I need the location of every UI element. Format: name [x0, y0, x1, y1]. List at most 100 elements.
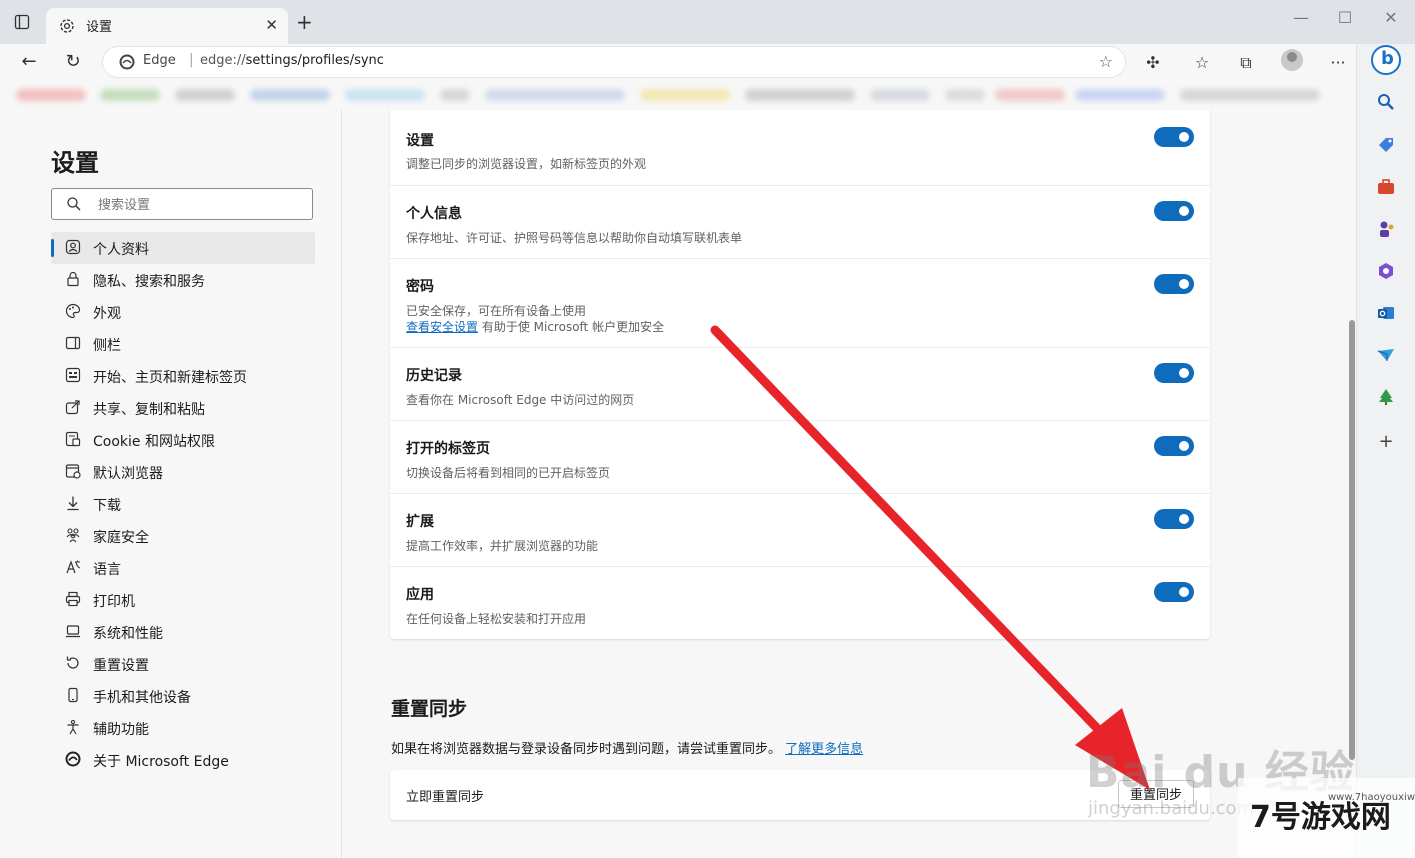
- back-button[interactable]: ←: [17, 50, 41, 74]
- refresh-button[interactable]: ↻: [61, 50, 85, 74]
- sidebar-item-system[interactable]: 系统和性能: [51, 616, 315, 648]
- sidebar-item-downloads[interactable]: 下载: [51, 488, 315, 520]
- sidebar-item-languages[interactable]: 语言: [51, 552, 315, 584]
- sidebar-item-reset[interactable]: 重置设置: [51, 648, 315, 680]
- sync-row-apps: 应用 在任何设备上轻松安装和打开应用: [390, 566, 1210, 640]
- close-tab-icon[interactable]: ✕: [265, 16, 278, 34]
- extensions-icon[interactable]: ✣: [1142, 52, 1164, 74]
- security-settings-link[interactable]: 查看安全设置: [406, 320, 478, 334]
- sync-row-history: 历史记录 查看你在 Microsoft Edge 中访问过的网页: [390, 347, 1210, 421]
- sync-row-desc-2: 查看安全设置 有助于使 Microsoft 帐户更加安全: [406, 320, 665, 334]
- add-sidebar-app-icon[interactable]: +: [1375, 431, 1397, 453]
- sync-history-toggle[interactable]: [1154, 363, 1194, 383]
- office-icon[interactable]: [1376, 261, 1396, 281]
- sidebar-item-label: 打印机: [93, 594, 135, 610]
- shopping-tag-icon[interactable]: [1376, 135, 1396, 155]
- tab-title: 设置: [86, 20, 113, 35]
- reset-icon: [66, 656, 79, 669]
- maximize-button[interactable]: ☐: [1330, 8, 1360, 27]
- tab-actions-icon[interactable]: [14, 14, 30, 30]
- sync-row-title: 个人信息: [406, 206, 462, 222]
- sync-row-title: 设置: [406, 133, 434, 149]
- gear-icon: [60, 19, 74, 33]
- sidebar-item-label: 语言: [93, 562, 121, 578]
- download-icon: [67, 496, 79, 511]
- phone-icon: [68, 687, 78, 703]
- sidebar-item-cookies[interactable]: Cookie 和网站权限: [51, 424, 315, 456]
- scrollbar[interactable]: [1349, 320, 1355, 760]
- sidebar-item-label: 隐私、搜索和服务: [93, 274, 205, 290]
- sidebar-item-label: 开始、主页和新建标签页: [93, 370, 247, 386]
- favorites-icon[interactable]: ☆: [1191, 52, 1213, 74]
- sidebar-item-phone[interactable]: 手机和其他设备: [51, 680, 315, 712]
- sync-row-desc: 查看你在 Microsoft Edge 中访问过的网页: [406, 393, 635, 407]
- sidebar-item-label: 共享、复制和粘贴: [93, 402, 205, 418]
- sync-personal-info-toggle[interactable]: [1154, 201, 1194, 221]
- language-icon: [66, 560, 81, 574]
- favorites-bar: [0, 80, 1356, 110]
- sync-row-passwords: 密码 已安全保存，可在所有设备上使用 查看安全设置 有助于使 Microsoft…: [390, 258, 1210, 348]
- new-tab-button[interactable]: +: [296, 12, 313, 32]
- search-box[interactable]: [51, 188, 313, 220]
- sync-row-desc: 调整已同步的浏览器设置，如新标签页的外观: [406, 157, 647, 171]
- settings-nav: 个人资料 隐私、搜索和服务 外观 侧栏 开始、主页和新建标签页 共享、复制和粘贴: [51, 232, 315, 776]
- edge-logo-icon: [119, 54, 135, 70]
- learn-more-link[interactable]: 了解更多信息: [785, 742, 863, 757]
- sync-row-extensions: 扩展 提高工作效率，并扩展浏览器的功能: [390, 493, 1210, 567]
- sync-row-desc: 切换设备后将看到相同的已开启标签页: [406, 466, 611, 480]
- sync-row-title: 扩展: [406, 514, 434, 530]
- sync-row-settings: 设置 调整已同步的浏览器设置，如新标签页的外观: [390, 110, 1210, 185]
- sidebar-item-privacy[interactable]: 隐私、搜索和服务: [51, 264, 315, 296]
- sidebar-item-label: 个人资料: [93, 242, 149, 258]
- sidebar-item-family[interactable]: 家庭安全: [51, 520, 315, 552]
- sidebar-item-printers[interactable]: 打印机: [51, 584, 315, 616]
- edge-icon: [65, 751, 81, 767]
- sync-row-desc: 提高工作效率，并扩展浏览器的功能: [406, 539, 599, 553]
- share-icon: [65, 400, 80, 415]
- sync-passwords-toggle[interactable]: [1154, 274, 1194, 294]
- sync-extensions-toggle[interactable]: [1154, 509, 1194, 529]
- collections-icon[interactable]: ⧉: [1235, 52, 1257, 74]
- bing-chat-icon[interactable]: [1371, 45, 1401, 75]
- sidebar-item-share[interactable]: 共享、复制和粘贴: [51, 392, 315, 424]
- sidebar-item-about[interactable]: 关于 Microsoft Edge: [51, 744, 315, 776]
- title-bar: 设置 ✕ + — ☐ ✕: [0, 0, 1415, 44]
- tools-icon[interactable]: [1376, 177, 1396, 197]
- sync-settings-toggle[interactable]: [1154, 127, 1194, 147]
- cookie-icon: [65, 431, 81, 447]
- close-window-button[interactable]: ✕: [1376, 8, 1406, 27]
- sidebar-item-appearance[interactable]: 外观: [51, 296, 315, 328]
- more-menu-icon[interactable]: ···: [1327, 52, 1349, 74]
- tree-icon[interactable]: [1376, 387, 1396, 407]
- sync-items-card: 设置 调整已同步的浏览器设置，如新标签页的外观 个人信息 保存地址、许可证、护照…: [390, 110, 1210, 639]
- send-icon[interactable]: [1376, 345, 1396, 365]
- address-bar[interactable]: Edge | edge://settings/profiles/sync ☆: [102, 46, 1126, 78]
- settings-nav-pane: 设置 个人资料 隐私、搜索和服务 外观 侧栏: [16, 110, 342, 858]
- sidebar-item-start-home[interactable]: 开始、主页和新建标签页: [51, 360, 315, 392]
- minimize-button[interactable]: —: [1286, 8, 1316, 27]
- site-label: Edge: [143, 53, 176, 68]
- url-text[interactable]: edge://settings/profiles/sync: [200, 53, 384, 68]
- sidebar-item-default-browser[interactable]: 默认浏览器: [51, 456, 315, 488]
- accessibility-icon: [67, 719, 79, 735]
- search-input[interactable]: [96, 193, 300, 217]
- address-separator: |: [189, 52, 194, 68]
- sidebar-item-sidebar[interactable]: 侧栏: [51, 328, 315, 360]
- sidebar-item-label: 手机和其他设备: [93, 690, 191, 706]
- sidebar-item-label: 家庭安全: [93, 530, 149, 546]
- sidebar-item-label: 下载: [93, 498, 121, 514]
- outlook-icon[interactable]: [1376, 303, 1396, 323]
- search-icon: [67, 197, 81, 211]
- sidebar-item-profiles[interactable]: 个人资料: [51, 232, 315, 264]
- sync-apps-toggle[interactable]: [1154, 582, 1194, 602]
- tab-settings[interactable]: 设置 ✕: [46, 8, 288, 44]
- avatar[interactable]: [1281, 49, 1303, 71]
- sidebar-item-label: 系统和性能: [93, 626, 163, 642]
- search-icon[interactable]: [1376, 92, 1396, 112]
- baidu-url-watermark: jingyan.baidu.com: [1088, 798, 1255, 819]
- sync-open-tabs-toggle[interactable]: [1154, 436, 1194, 456]
- add-favorite-icon[interactable]: ☆: [1099, 52, 1113, 71]
- sidebar-item-label: 关于 Microsoft Edge: [93, 754, 229, 770]
- games-icon[interactable]: [1376, 219, 1396, 239]
- sidebar-item-accessibility[interactable]: 辅助功能: [51, 712, 315, 744]
